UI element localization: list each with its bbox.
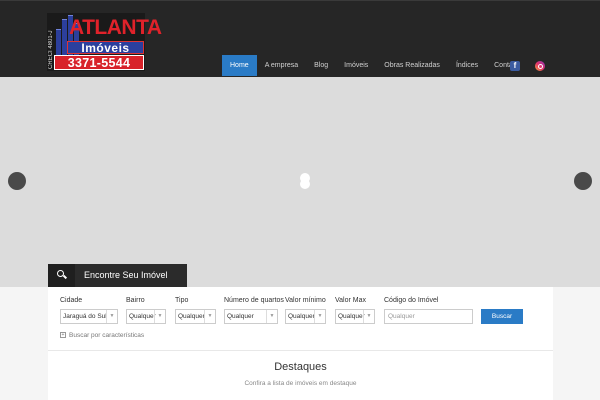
hero-slider (0, 77, 600, 287)
codigo-label: Código do Imóvel (384, 297, 439, 304)
nav-imoveis[interactable]: Imóveis (336, 55, 376, 76)
chevron-down-icon: ▼ (314, 310, 325, 323)
cidade-value: Jaraguá do Sul (63, 313, 107, 320)
slider-prev-button[interactable] (8, 172, 26, 190)
nav-contato[interactable]: Contato (486, 55, 527, 76)
valor-max-select[interactable]: Qualquer ▼ (335, 309, 375, 324)
search-button[interactable]: Buscar (481, 309, 523, 324)
destaques-subtitle: Confira a lista de imóveis em destaque (244, 380, 357, 387)
advanced-search-label: Buscar por características (69, 332, 145, 339)
slider-pagination (300, 173, 310, 189)
slider-dot[interactable] (300, 179, 310, 189)
chevron-down-icon: ▼ (204, 310, 215, 323)
bairro-value: Qualquer (129, 313, 156, 320)
bairro-select[interactable]: Qualquer ▼ (126, 309, 166, 324)
tipo-label: Tipo (175, 297, 189, 304)
valor-min-label: Valor mínimo (285, 297, 326, 304)
quartos-select[interactable]: Qualquer ▼ (224, 309, 278, 324)
plus-icon: + (60, 332, 66, 339)
nav-indices[interactable]: Índices (448, 55, 486, 76)
cidade-label: Cidade (60, 297, 83, 304)
nav-obras-realizadas[interactable]: Obras Realizadas (376, 55, 448, 76)
tipo-value: Qualquer (178, 313, 205, 320)
valor-min-select[interactable]: Qualquer ▼ (285, 309, 326, 324)
chevron-down-icon: ▼ (106, 310, 117, 323)
logo-subtitle: Imóveis (67, 41, 144, 55)
logo-creci: CRECI 4801-J (48, 30, 54, 70)
main-nav: Home A empresa Blog Imóveis Obras Realiz… (222, 55, 527, 76)
divider (48, 350, 553, 351)
valor-min-value: Qualquer (288, 313, 315, 320)
quartos-label: Número de quartos (224, 297, 284, 304)
cidade-select[interactable]: Jaraguá do Sul ▼ (60, 309, 118, 324)
instagram-icon[interactable] (535, 61, 545, 71)
site-header: ATLANTA Imóveis 3371-5544 CRECI 4801-J H… (0, 0, 600, 77)
codigo-input[interactable]: Qualquer (384, 309, 473, 324)
quartos-value: Qualquer (227, 313, 254, 320)
search-panel: Cidade Jaraguá do Sul ▼ Bairro Qualquer … (48, 287, 553, 400)
valor-max-label: Valor Max (335, 297, 366, 304)
bairro-label: Bairro (126, 297, 145, 304)
facebook-icon[interactable]: f (510, 61, 520, 71)
logo-phone: 3371-5544 (54, 55, 144, 70)
site-logo[interactable]: ATLANTA Imóveis 3371-5544 CRECI 4801-J (47, 13, 162, 71)
nav-blog[interactable]: Blog (306, 55, 336, 76)
nav-home[interactable]: Home (222, 55, 257, 76)
chevron-down-icon: ▼ (363, 310, 374, 323)
chevron-down-icon: ▼ (154, 310, 165, 323)
advanced-search-toggle[interactable]: + Buscar por características (60, 332, 144, 339)
valor-max-value: Qualquer (338, 313, 365, 320)
nav-a-empresa[interactable]: A empresa (257, 55, 306, 76)
search-tab-label: Encontre Seu Imóvel (84, 270, 168, 280)
logo-name: ATLANTA (69, 16, 162, 39)
tipo-select[interactable]: Qualquer ▼ (175, 309, 216, 324)
search-tab[interactable]: Encontre Seu Imóvel (48, 264, 187, 287)
destaques-title: Destaques (274, 361, 327, 373)
slider-next-button[interactable] (574, 172, 592, 190)
search-icon (48, 264, 75, 287)
chevron-down-icon: ▼ (266, 310, 277, 323)
